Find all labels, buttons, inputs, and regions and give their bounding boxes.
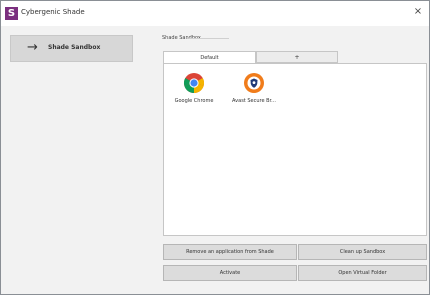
activate-button[interactable]: Activate [163, 265, 297, 281]
app-window: S Cybergenic Shade × → Shade Sandbox Sha… [0, 0, 430, 295]
avast-secure-browser-icon [244, 73, 264, 93]
app-item-avast-secure-browser[interactable]: Avast Secure Br... [228, 64, 280, 108]
window-title: Cybergenic Shade [21, 8, 85, 16]
remove-application-button[interactable]: Remove an application from Shade [163, 244, 297, 260]
group-divider [189, 38, 229, 39]
app-item-label: Avast Secure Br... [232, 98, 276, 104]
close-button[interactable]: × [411, 5, 425, 19]
arrow-right-icon: → [27, 40, 38, 55]
sidebar-item-label: Shade Sandbox [48, 44, 101, 51]
sidebar-item-shade-sandbox[interactable]: → Shade Sandbox [10, 35, 133, 62]
sandbox-app-list: Google Chrome Avast Secure Br... [163, 63, 427, 236]
app-item-google-chrome[interactable]: Google Chrome [168, 64, 220, 108]
app-item-label: Google Chrome [174, 98, 214, 104]
chrome-icon [183, 73, 205, 94]
clean-up-sandbox-button[interactable]: Clean up Sandbox [298, 244, 427, 260]
open-virtual-folder-button[interactable]: Open Virtual Folder [298, 265, 427, 281]
title-bar: S Cybergenic Shade × [1, 1, 429, 27]
tab-default[interactable]: Default [163, 51, 256, 63]
shade-app-icon: S [5, 7, 18, 20]
tab-add[interactable]: + [256, 51, 338, 63]
